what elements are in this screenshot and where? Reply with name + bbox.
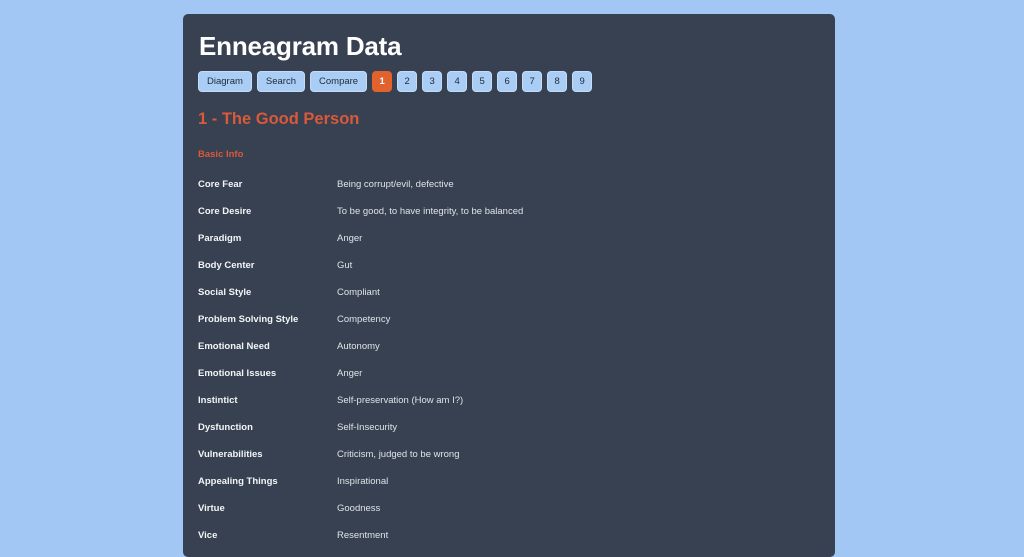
row-value: Autonomy [337, 341, 380, 352]
table-row: Instintict Self-preservation (How am I?) [198, 395, 835, 422]
table-row: Virtue Goodness [198, 503, 835, 530]
nav-button-9[interactable]: 9 [572, 71, 593, 92]
row-label: Emotional Issues [198, 368, 277, 379]
nav-button-diagram[interactable]: Diagram [198, 71, 252, 92]
nav-button-3[interactable]: 3 [422, 71, 443, 92]
row-value: Compliant [337, 287, 380, 298]
row-label: Dysfunction [198, 422, 253, 433]
row-label: Vulnerabilities [198, 449, 263, 460]
row-label: Core Desire [198, 206, 252, 217]
row-value: Resentment [337, 530, 389, 541]
row-value: To be good, to have integrity, to be bal… [337, 206, 524, 217]
row-value: Self-preservation (How am I?) [337, 395, 464, 406]
nav-button-5[interactable]: 5 [472, 71, 493, 92]
row-value: Inspirational [337, 476, 389, 487]
row-label: Emotional Need [198, 341, 270, 352]
nav-button-7[interactable]: 7 [522, 71, 543, 92]
row-value: Anger [337, 368, 363, 379]
table-row: Emotional Issues Anger [198, 368, 835, 395]
table-row: Core Desire To be good, to have integrity… [198, 206, 835, 233]
enneagram-type-heading: 1 - The Good Person [198, 110, 360, 128]
row-label: Paradigm [198, 233, 242, 244]
app-card: Enneagram Data Diagram Search Compare 1 2 3 4 5… [183, 14, 835, 557]
basic-info-table: Core Fear Being corrupt/evil, defective Co… [183, 179, 835, 557]
row-label: Body Center [198, 260, 255, 271]
table-row: Paradigm Anger [198, 233, 835, 260]
table-row: Appealing Things Inspirational [198, 476, 835, 503]
row-label: Core Fear [198, 179, 243, 190]
row-value: Being corrupt/evil, defective [337, 179, 454, 190]
nav-button-4[interactable]: 4 [447, 71, 468, 92]
nav-button-2[interactable]: 2 [397, 71, 418, 92]
table-row: Vice Resentment [198, 530, 835, 557]
row-label: Vice [198, 530, 218, 541]
section-heading-basic-info: Basic Info [198, 149, 244, 160]
row-value: Competency [337, 314, 391, 325]
row-value: Self-Insecurity [337, 422, 398, 433]
row-value: Anger [337, 233, 363, 244]
row-value: Gut [337, 260, 353, 271]
table-row: Core Fear Being corrupt/evil, defective [198, 179, 835, 206]
table-row: Dysfunction Self-Insecurity [198, 422, 835, 449]
row-label: Instintict [198, 395, 238, 406]
table-row: Problem Solving Style Competency [198, 314, 835, 341]
nav-button-6[interactable]: 6 [497, 71, 518, 92]
nav-button-8[interactable]: 8 [547, 71, 568, 92]
nav-button-search[interactable]: Search [256, 71, 306, 92]
row-label: Social Style [198, 287, 252, 298]
table-row: Body Center Gut [198, 260, 835, 287]
row-label: Problem Solving Style [198, 314, 299, 325]
nav-bar: Diagram Search Compare 1 2 3 4 5 6 7 8 9 [198, 71, 835, 92]
nav-button-compare[interactable]: Compare [310, 71, 368, 92]
row-label: Appealing Things [198, 476, 278, 487]
row-value: Goodness [337, 503, 381, 514]
table-row: Social Style Compliant [198, 287, 835, 314]
row-label: Virtue [198, 503, 225, 514]
table-row: Vulnerabilities Criticism, judged to be w… [198, 449, 835, 476]
table-row: Emotional Need Autonomy [198, 341, 835, 368]
page-title: Enneagram Data [199, 31, 402, 61]
row-value: Criticism, judged to be wrong [337, 449, 460, 460]
nav-button-1[interactable]: 1 [372, 71, 393, 92]
